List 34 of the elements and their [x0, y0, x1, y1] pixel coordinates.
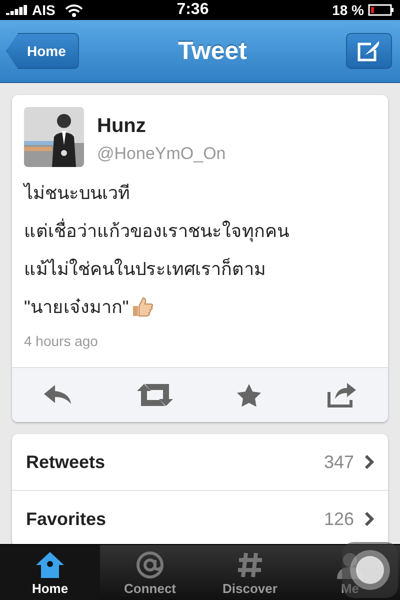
compose-icon: [357, 40, 381, 62]
battery-icon: [368, 4, 394, 16]
tab-item[interactable]: Discover: [200, 545, 300, 600]
tweet-text: แต่เชื่อว่าแก้วของเราชนะใจทุกคน: [24, 219, 289, 243]
birdhouse-icon: [35, 551, 65, 579]
tweet-time: 4 hours ago: [23, 332, 99, 351]
tweet-text: ไม่ชนะบนเวที: [24, 182, 130, 205]
home-back-button[interactable]: Home: [6, 33, 79, 69]
star-icon: [236, 383, 262, 407]
user-handle: @HoneYmO_On: [97, 144, 226, 164]
hashtag-icon: [235, 551, 265, 579]
share-icon: [324, 382, 357, 408]
reply-icon: [43, 384, 74, 406]
chevron-icon: [364, 455, 374, 469]
tweet-text: "นายเจ๋งมาก": [24, 296, 129, 319]
retweet-icon: [136, 383, 174, 407]
stat-count: 126: [324, 508, 354, 530]
clock-time: 7:36: [176, 1, 210, 19]
user-name: Hunz: [97, 115, 147, 138]
carrier-name: AIS: [32, 2, 56, 18]
nav-title: Tweet: [178, 36, 247, 66]
assistive-touch-button[interactable]: [342, 542, 398, 598]
thumbs-up-icon: [130, 297, 153, 317]
wifi-icon: [65, 4, 84, 16]
battery-percent: 18 %: [332, 2, 364, 18]
stat-label[interactable]: Favorites: [26, 508, 324, 530]
at-sign-icon: [135, 551, 165, 579]
stat-count: 347: [324, 452, 354, 472]
tab-item[interactable]: Connect: [100, 545, 200, 600]
tweet-text: แม้ไม่ใช่คนในประเทศเราก็ตาม: [24, 257, 266, 281]
stat-label[interactable]: Retweets: [26, 452, 324, 472]
compose-button[interactable]: [346, 33, 392, 69]
chevron-icon: [364, 512, 374, 526]
signal-icon: [6, 5, 28, 15]
